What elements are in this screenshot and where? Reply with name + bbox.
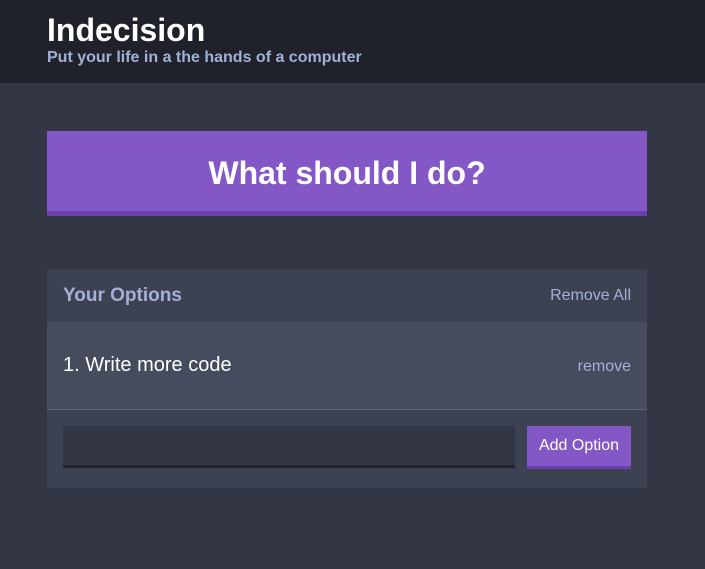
remove-option-button[interactable]: remove (578, 357, 631, 377)
add-option-button[interactable]: Add Option (527, 426, 631, 469)
app-subtitle: Put your life in a the hands of a comput… (47, 49, 362, 66)
options-widget: Your Options Remove All 1. Write more co… (47, 269, 647, 488)
list-item: 1. Write more code remove (47, 322, 647, 410)
app-title: Indecision (47, 12, 206, 48)
options-title: Your Options (63, 285, 182, 306)
options-widget-header: Your Options Remove All (47, 269, 647, 322)
add-option-form: Add Option (47, 410, 647, 488)
what-should-i-do-button[interactable]: What should I do? (47, 131, 647, 216)
remove-all-button[interactable]: Remove All (550, 286, 631, 306)
add-option-input[interactable] (63, 426, 515, 468)
option-text: 1. Write more code (63, 354, 232, 376)
app-header: Indecision Put your life in a the hands … (0, 0, 705, 83)
